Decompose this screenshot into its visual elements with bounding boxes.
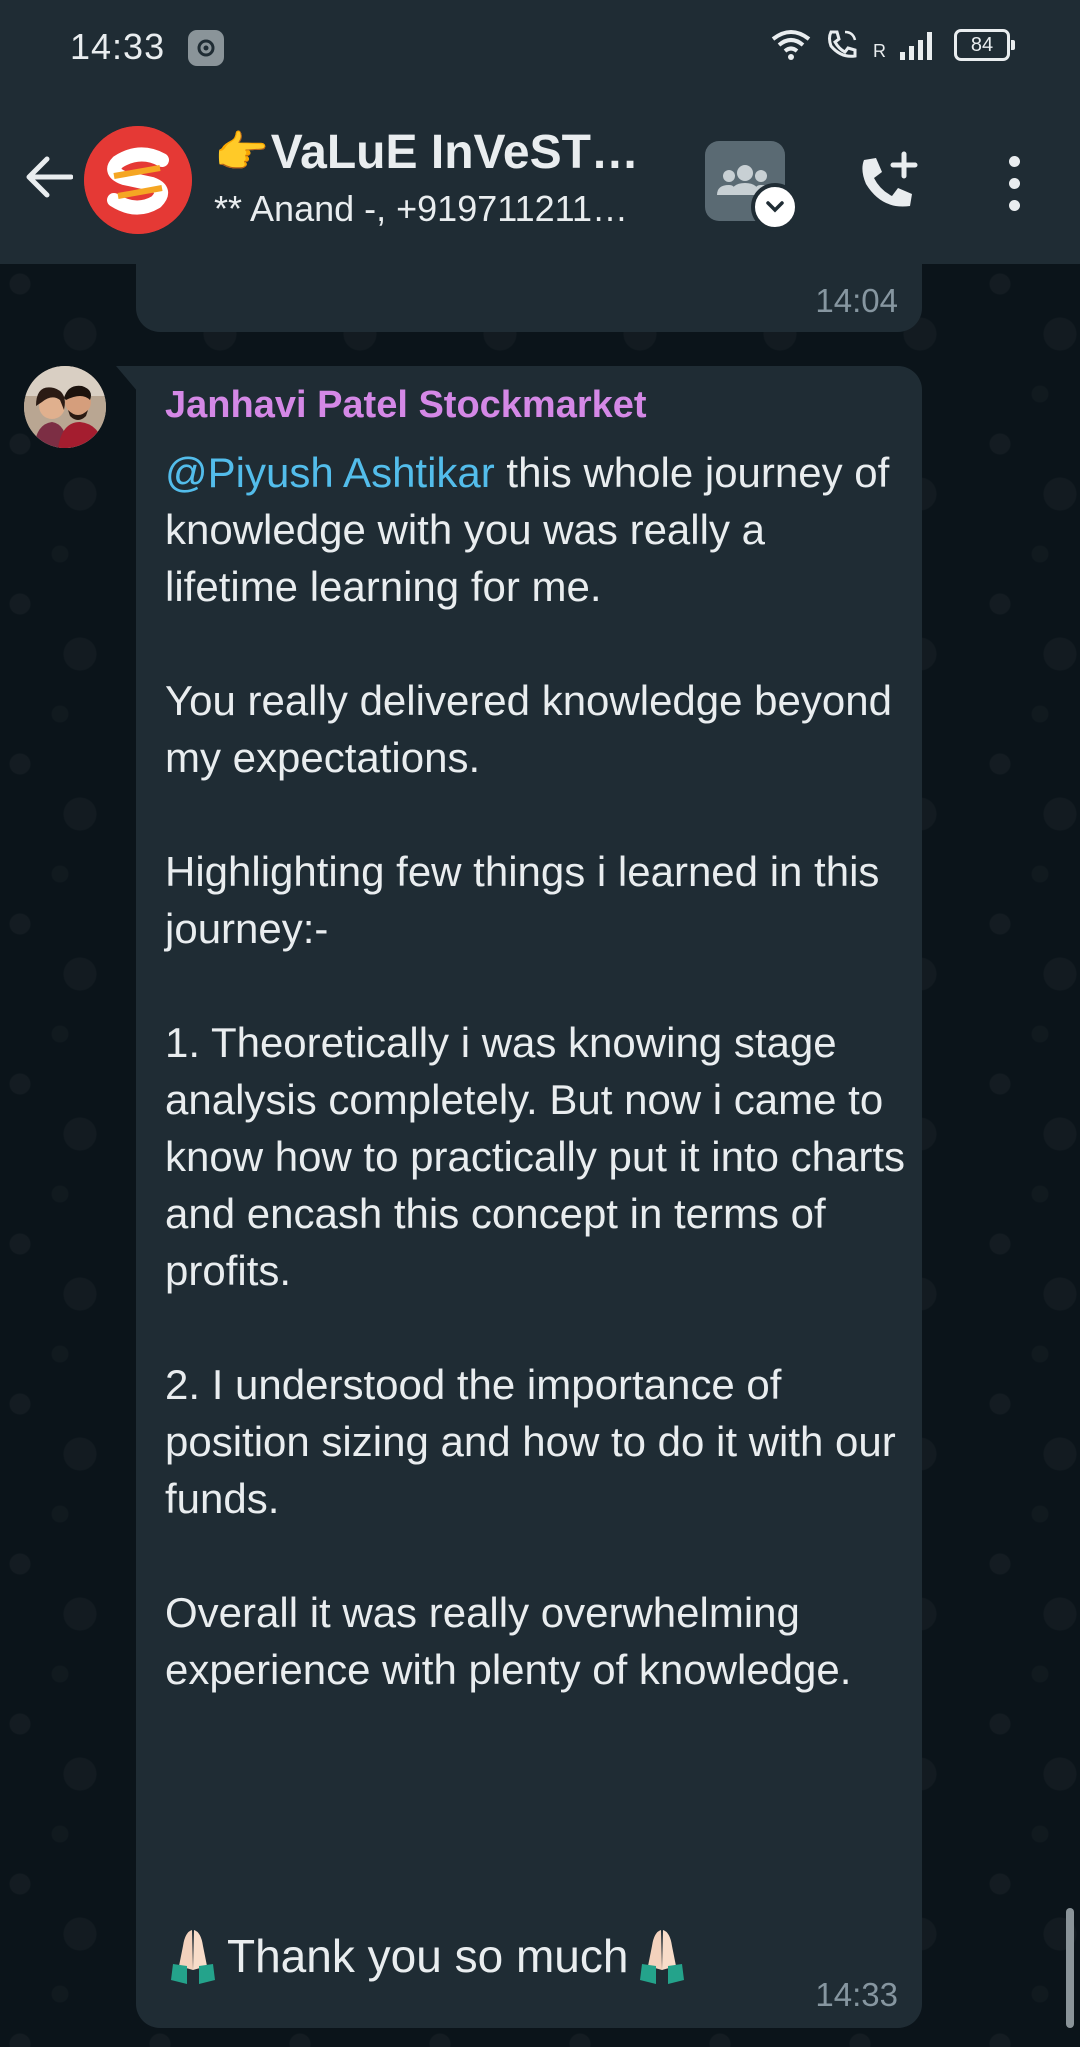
message-paragraph: 1. Theoretically i was knowing stage ana… [165,1019,906,1294]
sender-avatar[interactable] [24,366,106,448]
closing-line: Thank you so much [165,1926,696,1986]
message-paragraph: Highlighting few things i learned in thi… [165,848,880,952]
status-bar: 14:33 R 84 [0,0,1080,96]
add-call-icon [862,151,918,207]
chat-header: 👉 VaLuE InVeST… ** Anand -, +919711211… [0,96,1080,264]
back-button[interactable] [18,146,80,208]
group-name: 👉 VaLuE InVeST… [214,124,674,182]
chevron-down-icon [751,183,799,231]
battery-level: 84 [970,33,994,56]
sender-avatar-image [24,366,106,448]
community-button[interactable] [705,141,799,231]
message-text: @Piyush Ashtikar this whole journey of k… [165,444,905,1698]
message-timestamp: 14:04 [815,282,898,319]
bubble-tail [116,366,138,392]
message-paragraph: 2. I understood the importance of positi… [165,1361,896,1522]
chat-title-area[interactable]: 👉 VaLuE InVeST… ** Anand -, +919711211… [214,124,674,230]
status-time: 14:33 [70,26,166,67]
folded-hands-emoji [171,1930,215,1984]
group-logo-image [84,126,192,234]
group-avatar[interactable] [84,126,192,234]
pointing-hand-emoji: 👉 [214,128,269,177]
back-arrow-icon [26,156,73,198]
carrier-indicator: R [873,41,886,61]
group-name-text: VaLuE InVeST… [270,126,639,179]
message-paragraph: @Piyush Ashtikar this whole journey of k… [165,444,905,615]
closing-text: Thank you so much [227,1930,629,1982]
wifi-calling-icon [828,30,857,58]
group-members: ** Anand -, +919711211… [214,188,628,229]
status-icons: R 84 [771,28,1015,62]
add-call-button[interactable] [852,148,922,218]
folded-hands-emoji [640,1930,685,1984]
wifi-icon [771,30,811,60]
message-paragraph: Overall it was really overwhelming exper… [165,1589,852,1693]
scrollbar-thumb[interactable] [1066,1908,1074,2028]
battery-icon: 84 [954,29,1015,61]
settings-icon [188,30,224,66]
more-vert-icon[interactable] [990,148,1038,218]
message-paragraph: You really delivered knowledge beyond my… [165,677,892,781]
mention-link[interactable]: @Piyush Ashtikar [165,449,495,496]
previous-message-bubble[interactable]: 14:04 [136,264,922,332]
signal-icon [900,32,932,60]
message-bubble[interactable]: Janhavi Patel Stockmarket @Piyush Ashtik… [136,366,922,2028]
sender-name[interactable]: Janhavi Patel Stockmarket [165,384,647,427]
message-timestamp: 14:33 [815,1976,898,2013]
